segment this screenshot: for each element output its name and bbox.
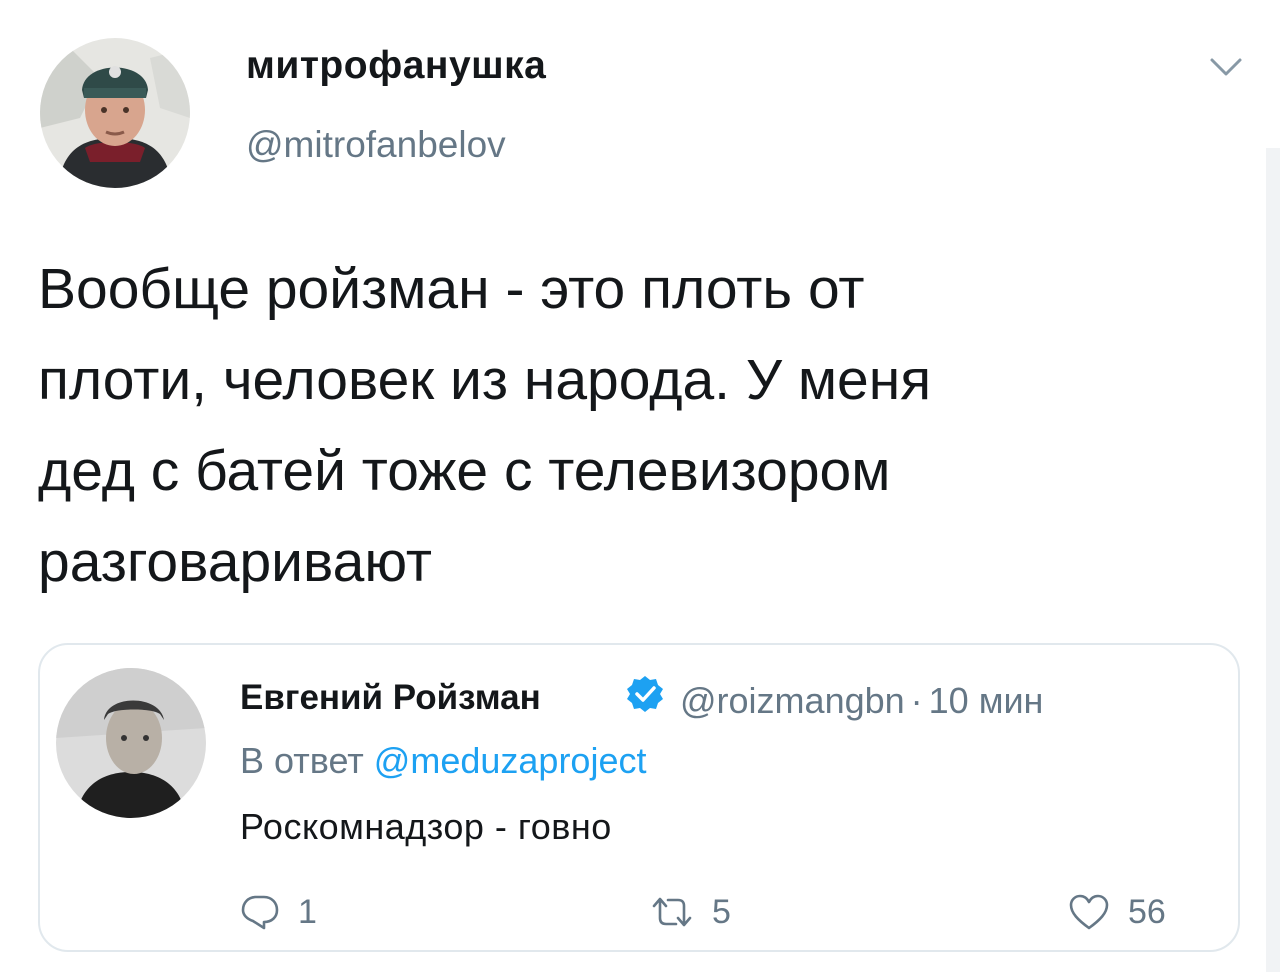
author-avatar[interactable] (40, 38, 190, 188)
verified-badge-icon (625, 674, 665, 714)
quoted-tweet-time[interactable]: 10 мин (929, 680, 1044, 721)
like-button[interactable]: 56 (1068, 890, 1166, 934)
scrollbar-track[interactable] (1266, 148, 1280, 972)
avatar-photo-icon (56, 668, 206, 818)
meta-separator: · (910, 680, 923, 721)
quoted-author-meta: @roizmangbn · 10 мин (680, 680, 1043, 722)
tweet-view: митрофанушка @mitrofanbelov Вообще ройзм… (0, 0, 1280, 972)
heart-icon (1069, 894, 1109, 930)
author-display-name[interactable]: митрофанушка (246, 44, 546, 88)
quoted-author-display-name[interactable]: Евгений Ройзман (240, 678, 541, 718)
quoted-tweet-text: Роскомнадзор - говно (240, 806, 612, 847)
tweet-text: Вообще ройзман - это плоть от плоти, чел… (38, 257, 932, 594)
reply-icon (241, 895, 279, 930)
author-handle[interactable]: @mitrofanbelov (246, 124, 506, 166)
chevron-down-icon[interactable] (1208, 52, 1244, 80)
retweet-button[interactable]: 5 (650, 890, 731, 934)
reply-mention-link[interactable]: @meduzaproject (374, 740, 647, 781)
like-count: 56 (1128, 892, 1166, 931)
quoted-author-avatar[interactable] (56, 668, 206, 818)
retweet-icon (652, 897, 692, 927)
reply-context: В ответ @meduzaproject (240, 740, 646, 782)
reply-button[interactable]: 1 (240, 890, 317, 934)
reply-prefix: В ответ (240, 740, 364, 781)
retweet-count: 5 (712, 892, 731, 931)
avatar-photo-icon (40, 38, 190, 188)
reply-count: 1 (298, 892, 317, 931)
quoted-author-handle[interactable]: @roizmangbn (680, 680, 905, 721)
